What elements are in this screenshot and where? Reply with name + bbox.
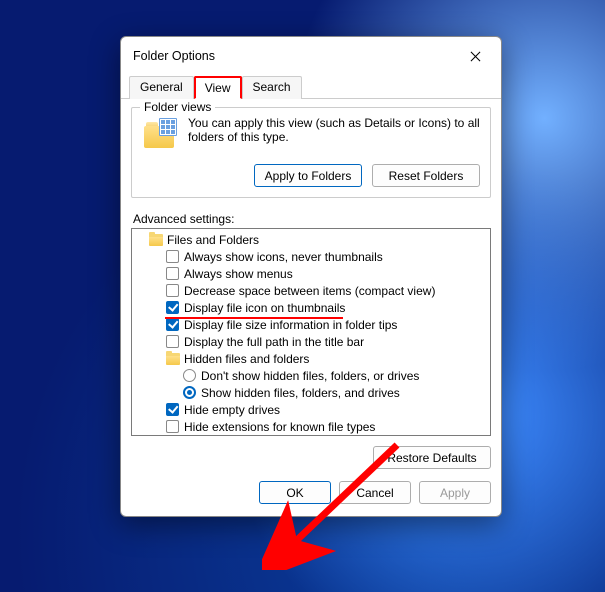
advanced-settings-tree[interactable]: Files and Folders Always show icons, nev… (131, 228, 491, 436)
tree-item-label: Display the full path in the title bar (184, 335, 364, 349)
tree-item-label: Always show menus (184, 267, 293, 281)
folder-icon (166, 353, 180, 365)
dialog-body: Folder views You can apply this view (su… (121, 99, 501, 516)
tree-item[interactable]: Hide extensions for known file types (134, 418, 488, 435)
folder-views-text: You can apply this view (such as Details… (188, 116, 480, 154)
tree-item-label: Hide empty drives (184, 403, 280, 417)
tree-item[interactable]: Display the full path in the title bar (134, 333, 488, 350)
checkbox[interactable] (166, 335, 179, 348)
restore-defaults-button[interactable]: Restore Defaults (373, 446, 491, 469)
tab-strip: General View Search (121, 75, 501, 99)
tree-group-files-folders: Files and Folders (134, 231, 488, 248)
radio[interactable] (183, 369, 196, 382)
folder-icon (149, 234, 163, 246)
tree-radio-item[interactable]: Show hidden files, folders, and drives (134, 384, 488, 401)
checkbox-checked[interactable] (166, 301, 179, 314)
tree-item[interactable]: Display file icon on thumbnails (134, 299, 488, 316)
tab-view[interactable]: View (194, 76, 242, 99)
tree-item-label: Decrease space between items (compact vi… (184, 284, 435, 298)
folder-options-dialog: Folder Options General View Search Folde… (120, 36, 502, 517)
ok-button[interactable]: OK (259, 481, 331, 504)
folder-views-icon (142, 116, 180, 154)
tree-group-label: Files and Folders (167, 233, 259, 247)
tree-item-label: Don't show hidden files, folders, or dri… (201, 369, 419, 383)
tree-item-label: Display file icon on thumbnails (184, 301, 345, 315)
checkbox[interactable] (166, 267, 179, 280)
tree-group-hidden: Hidden files and folders (134, 350, 488, 367)
checkbox[interactable] (166, 420, 179, 433)
close-icon (470, 51, 481, 62)
checkbox-checked[interactable] (166, 403, 179, 416)
tree-group-label: Hidden files and folders (184, 352, 309, 366)
checkbox-checked[interactable] (166, 318, 179, 331)
tree-item[interactable]: Decrease space between items (compact vi… (134, 282, 488, 299)
tree-item-label: Always show icons, never thumbnails (184, 250, 383, 264)
folder-views-group: Folder views You can apply this view (su… (131, 107, 491, 198)
checkbox[interactable] (166, 284, 179, 297)
tree-item-label: Display file size information in folder … (184, 318, 397, 332)
close-button[interactable] (459, 45, 491, 67)
tree-item[interactable]: Always show icons, never thumbnails (134, 248, 488, 265)
titlebar: Folder Options (121, 37, 501, 71)
tree-item-label: Hide extensions for known file types (184, 420, 375, 434)
tab-search[interactable]: Search (242, 76, 302, 99)
apply-to-folders-button[interactable]: Apply to Folders (254, 164, 362, 187)
tree-item[interactable]: Hide empty drives (134, 401, 488, 418)
tree-item[interactable]: Always show menus (134, 265, 488, 282)
apply-button[interactable]: Apply (419, 481, 491, 504)
cancel-button[interactable]: Cancel (339, 481, 411, 504)
radio-selected[interactable] (183, 386, 196, 399)
tree-item-label: Show hidden files, folders, and drives (201, 386, 400, 400)
tree-radio-item[interactable]: Don't show hidden files, folders, or dri… (134, 367, 488, 384)
advanced-settings-label: Advanced settings: (133, 212, 491, 226)
folder-views-title: Folder views (140, 100, 215, 114)
dialog-title: Folder Options (133, 49, 215, 63)
reset-folders-button[interactable]: Reset Folders (372, 164, 480, 187)
annotation-underline (165, 317, 343, 319)
tab-general[interactable]: General (129, 76, 194, 99)
checkbox[interactable] (166, 250, 179, 263)
